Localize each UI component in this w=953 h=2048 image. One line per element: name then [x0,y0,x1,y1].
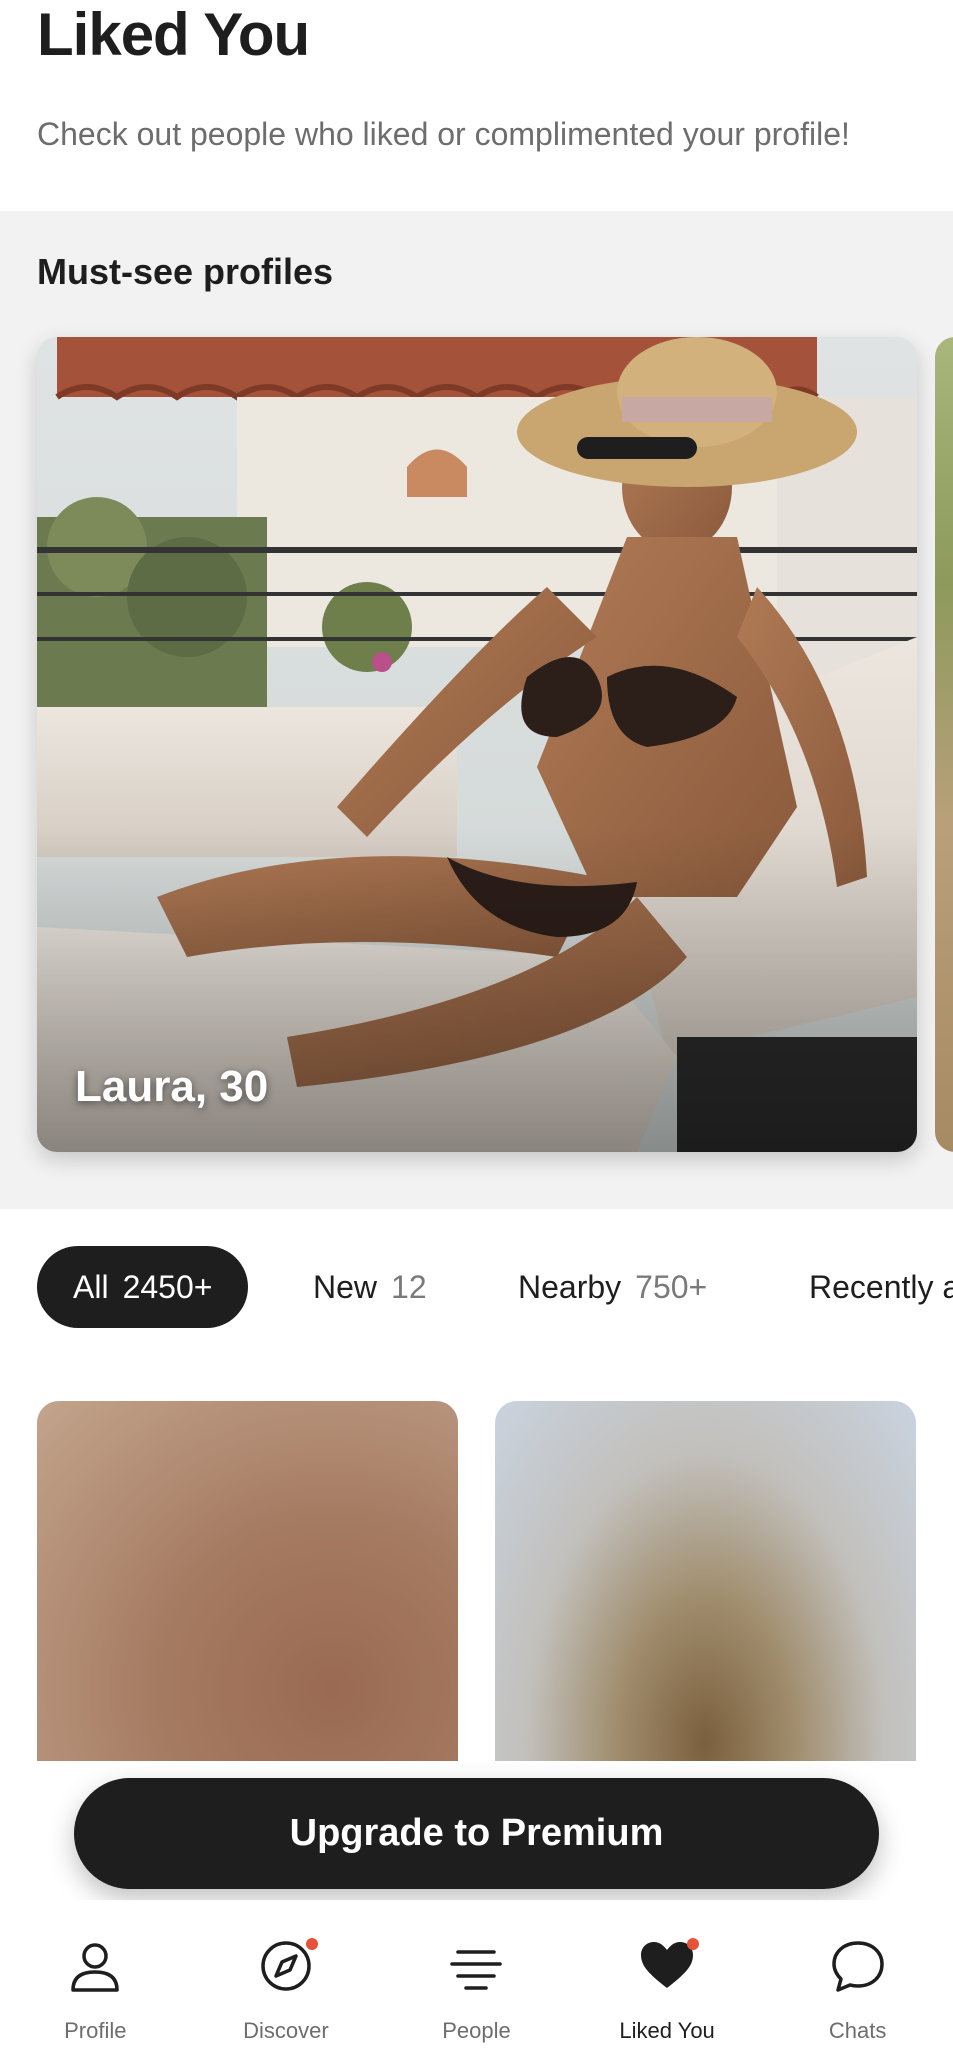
featured-profile-card[interactable]: Laura, 30 [37,337,917,1152]
page-header: Liked You Check out people who liked or … [0,0,953,211]
blurred-profile-card[interactable] [37,1401,458,1761]
nav-label: Chats [828,2018,887,2043]
notification-dot [305,1938,318,1950]
notification-dot [687,1938,700,1950]
upgrade-to-premium-button[interactable]: Upgrade to Premium [74,1778,879,1889]
nav-item-people[interactable]: People [381,1900,572,2048]
filter-chip-count: 2450+ [122,1268,213,1305]
section-title: Must-see profiles [37,251,334,292]
filter-chip-row: All 2450+ New 12 Nearby 750+ Recently ac… [0,1209,953,1369]
profile-name: Laura, 30 [75,1062,269,1111]
nav-item-liked-you[interactable]: Liked You [572,1900,763,2048]
filter-chip-nearby[interactable]: Nearby 750+ [498,1246,727,1328]
nav-label: Profile [64,2018,127,2043]
page-subtitle: Check out people who liked or compliment… [37,116,850,152]
filter-chip-label: Recently active [809,1268,953,1305]
filter-chip-label: New [313,1268,378,1305]
filter-chip-count: 750+ [635,1268,708,1305]
nav-item-chats[interactable]: Chats [762,1900,953,2048]
person-icon [65,1936,125,1996]
next-profile-card-peek[interactable] [935,337,953,1152]
page-title: Liked You [37,1,310,68]
filter-chip-all[interactable]: All 2450+ [37,1246,249,1328]
blurred-profile-card[interactable] [495,1401,916,1761]
filter-chip-label: All [73,1268,109,1305]
compass-icon [256,1936,318,1996]
chat-bubble-icon [828,1936,888,1996]
nav-item-discover[interactable]: Discover [191,1900,382,2048]
list-icon [446,1936,506,1996]
must-see-section: Must-see profiles Laura, 30 [0,211,953,1209]
filter-chip-label: Nearby [518,1268,622,1305]
nav-label: Liked You [619,2018,715,2043]
filter-chip-new[interactable]: New 12 [293,1246,447,1328]
profile-photo [37,337,917,1152]
heart-icon [637,1936,700,1996]
bottom-nav: Profile Discover People Liked You Chats [0,1900,953,2048]
nav-item-profile[interactable]: Profile [0,1900,191,2048]
nav-label: Discover [243,2018,329,2043]
filter-chip-count: 12 [391,1268,427,1305]
nav-label: People [442,2018,511,2043]
filter-chip-recently-active[interactable]: Recently active [789,1246,953,1328]
liked-you-grid [0,1369,953,1761]
